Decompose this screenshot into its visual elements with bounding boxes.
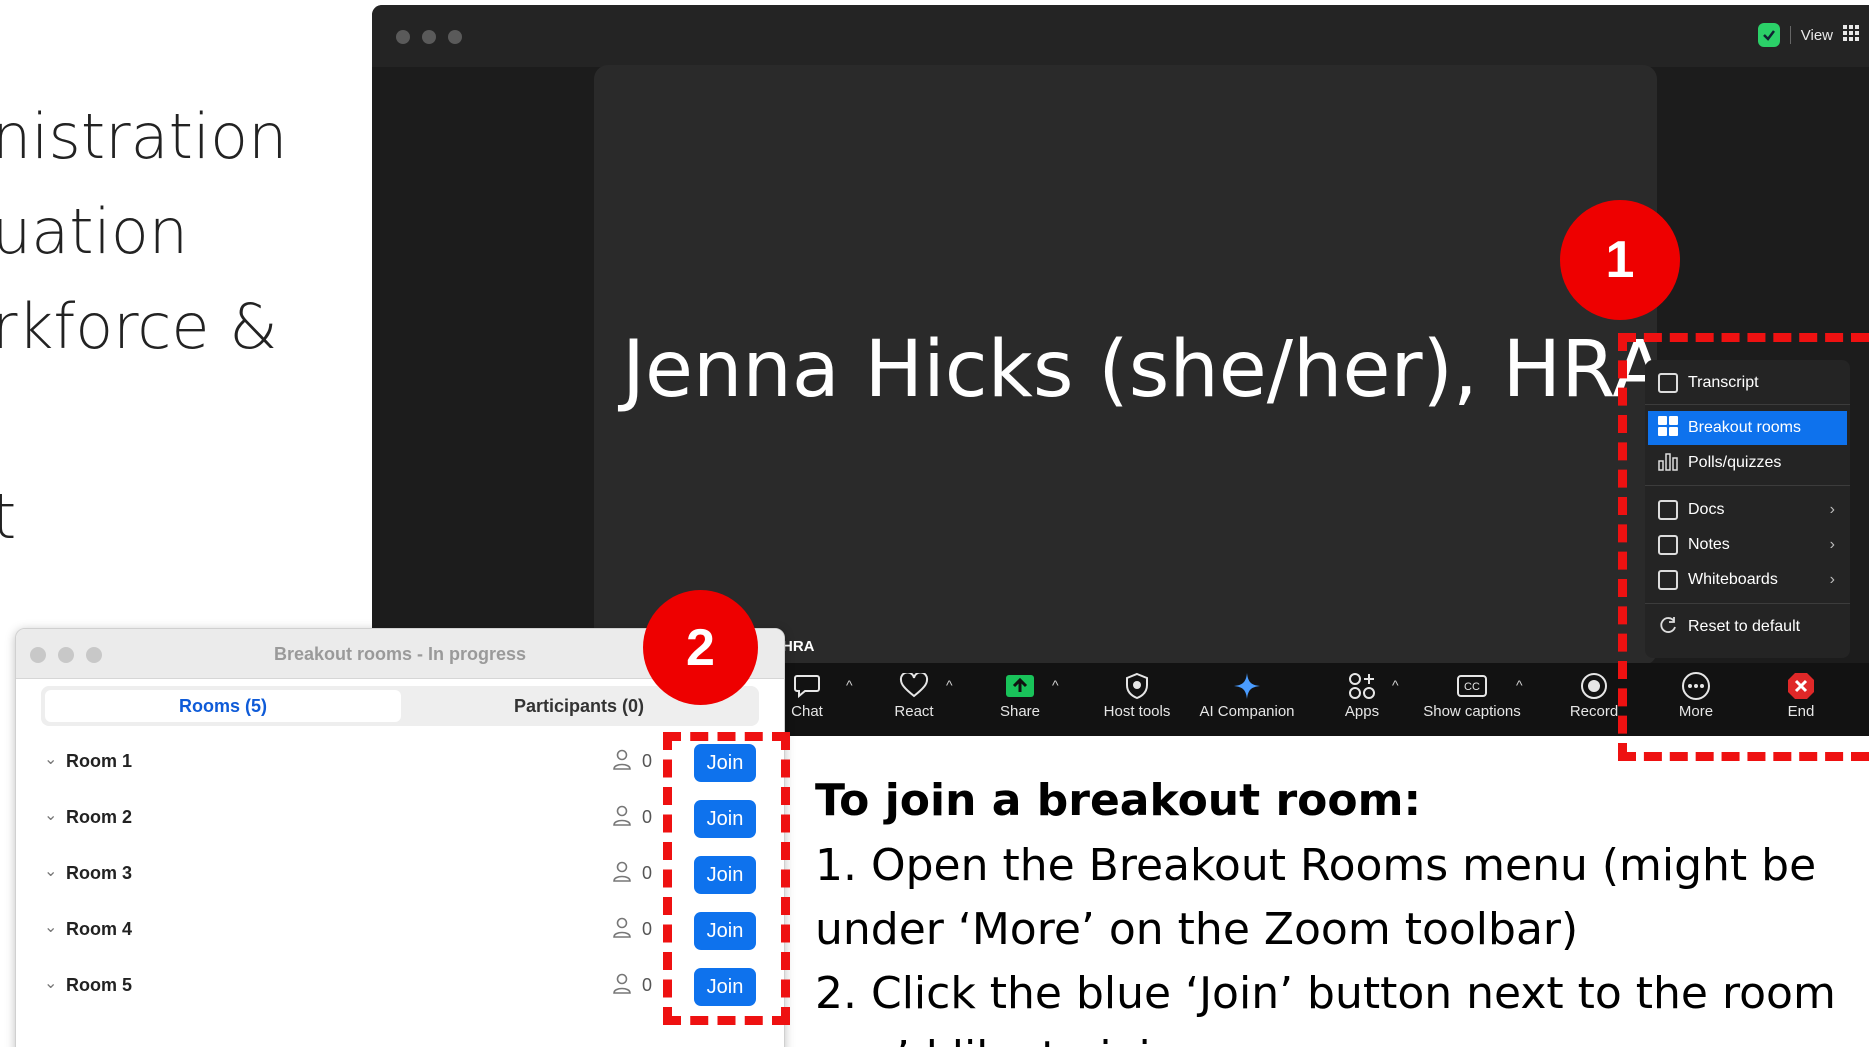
record-label: Record bbox=[1569, 703, 1619, 720]
room-participant-count: 0 bbox=[642, 863, 653, 883]
user-icon bbox=[613, 861, 631, 883]
chat-button[interactable]: Chat bbox=[782, 669, 832, 720]
room-name: Room 4 bbox=[66, 919, 133, 939]
highlight-join-buttons bbox=[663, 732, 790, 1025]
chevron-up-icon[interactable]: ^ bbox=[946, 677, 953, 693]
ai-companion-label: AI Companion bbox=[1199, 703, 1295, 720]
chat-label: Chat bbox=[791, 703, 823, 720]
user-icon bbox=[613, 973, 631, 995]
apps-icon bbox=[1332, 669, 1392, 703]
user-icon bbox=[613, 749, 631, 771]
chevron-down-icon[interactable]: ⌄ bbox=[44, 861, 57, 881]
heart-icon bbox=[884, 669, 944, 703]
zoom-titlebar: View bbox=[372, 5, 1869, 67]
slide-bullet: t bbox=[0, 480, 17, 553]
cc-icon: CC bbox=[1417, 669, 1527, 703]
instructions-title: To join a breakout room: bbox=[815, 775, 1422, 826]
room-name: Room 5 bbox=[66, 975, 133, 995]
close-window-button[interactable] bbox=[396, 30, 410, 44]
apps-label: Apps bbox=[1344, 703, 1380, 720]
apps-button[interactable]: Apps bbox=[1332, 669, 1392, 720]
encryption-shield-icon bbox=[1757, 23, 1780, 47]
view-label: View bbox=[1800, 26, 1833, 44]
room-participant-count: 0 bbox=[642, 751, 653, 771]
show-captions-label: Show captions bbox=[1423, 703, 1521, 720]
record-button[interactable]: Record bbox=[1564, 669, 1624, 720]
divider bbox=[1789, 26, 1791, 44]
breakout-tabs: Rooms (5) Participants (0) bbox=[41, 686, 759, 726]
room-name: Room 1 bbox=[66, 751, 133, 771]
room-participant-count: 0 bbox=[642, 919, 653, 939]
highlight-more-menu bbox=[1618, 333, 1869, 761]
host-tools-button[interactable]: Host tools bbox=[1092, 669, 1182, 720]
room-participant-count: 0 bbox=[642, 807, 653, 827]
chevron-up-icon[interactable]: ^ bbox=[846, 677, 853, 693]
grid-icon bbox=[1843, 25, 1859, 45]
chevron-up-icon[interactable]: ^ bbox=[1516, 677, 1523, 693]
chevron-down-icon[interactable]: ⌄ bbox=[44, 749, 57, 769]
step-badge-1: 1 bbox=[1560, 200, 1680, 320]
instructions: To join a breakout room: bbox=[815, 775, 1421, 826]
instruction-line: you’d like to join bbox=[815, 1032, 1179, 1047]
slide-bullet: rkforce & bbox=[0, 290, 278, 363]
record-icon bbox=[1564, 669, 1624, 703]
room-name: Room 2 bbox=[66, 807, 133, 827]
view-control[interactable]: View bbox=[1757, 23, 1859, 47]
host-tools-label: Host tools bbox=[1103, 703, 1171, 720]
chevron-down-icon[interactable]: ⌄ bbox=[44, 973, 57, 993]
minimize-window-button[interactable] bbox=[422, 30, 436, 44]
speaker-name: Jenna Hicks (she/her), HRA bbox=[622, 325, 1666, 415]
user-icon bbox=[613, 917, 631, 939]
sparkle-icon bbox=[1192, 669, 1302, 703]
react-button[interactable]: React bbox=[884, 669, 944, 720]
zoom-window-button[interactable] bbox=[448, 30, 462, 44]
chevron-down-icon[interactable]: ⌄ bbox=[44, 917, 57, 937]
participant-tile-label: HRA bbox=[782, 638, 815, 655]
chat-icon bbox=[782, 669, 832, 703]
instruction-line: under ‘More’ on the Zoom toolbar) bbox=[815, 904, 1579, 955]
room-participant-count: 0 bbox=[642, 975, 653, 995]
instruction-line: 1. Open the Breakout Rooms menu (might b… bbox=[815, 840, 1817, 891]
share-icon bbox=[990, 669, 1050, 703]
room-name: Room 3 bbox=[66, 863, 133, 883]
react-label: React bbox=[894, 703, 934, 720]
chevron-up-icon[interactable]: ^ bbox=[1392, 677, 1399, 693]
user-icon bbox=[613, 805, 631, 827]
slide-bullet: uation bbox=[0, 195, 189, 268]
chevron-down-icon[interactable]: ⌄ bbox=[44, 805, 57, 825]
ai-companion-button[interactable]: AI Companion bbox=[1192, 669, 1302, 720]
tab-rooms[interactable]: Rooms (5) bbox=[45, 690, 401, 722]
share-label: Share bbox=[999, 703, 1041, 720]
show-captions-button[interactable]: CC Show captions bbox=[1417, 669, 1527, 720]
share-button[interactable]: Share bbox=[990, 669, 1050, 720]
svg-text:CC: CC bbox=[1464, 681, 1480, 693]
shield-icon bbox=[1092, 669, 1182, 703]
chevron-up-icon[interactable]: ^ bbox=[1052, 677, 1059, 693]
instruction-line: 2. Click the blue ‘Join’ button next to … bbox=[815, 968, 1836, 1019]
step-badge-2: 2 bbox=[643, 590, 758, 705]
slide-bullet: nistration bbox=[0, 100, 288, 173]
